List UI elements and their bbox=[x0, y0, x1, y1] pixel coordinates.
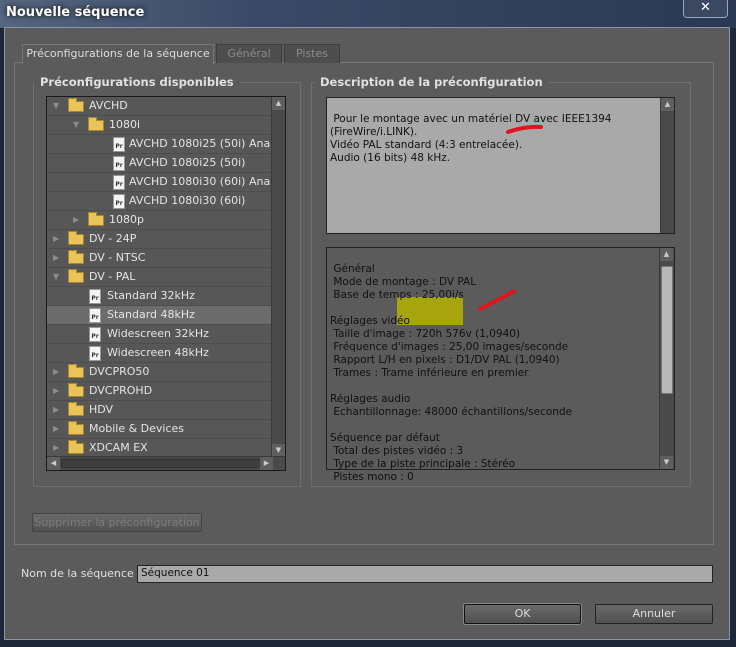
red-annotation-mark bbox=[506, 124, 543, 134]
preset-file-icon: Pr bbox=[89, 308, 101, 323]
tree-item[interactable]: Pr AVCHD 1080i25 (50i) bbox=[47, 154, 273, 173]
details-body: Général Mode de montage : DV PAL Base de… bbox=[330, 263, 573, 483]
tree-item[interactable]: ▼ DV - PAL bbox=[47, 268, 273, 287]
tree-vertical-scrollbar[interactable]: ▲ ▼ bbox=[271, 97, 285, 457]
tree-item[interactable]: ▶ 1080p bbox=[47, 211, 273, 230]
folder-icon bbox=[88, 117, 104, 131]
tree-item[interactable]: ▶ Mobile & Devices bbox=[47, 420, 273, 439]
folder-icon bbox=[68, 269, 84, 283]
tree-item[interactable]: Pr Standard 32kHz bbox=[47, 287, 273, 306]
expand-right-icon[interactable]: ▶ bbox=[53, 249, 59, 267]
tree-item[interactable]: ▶ HDV bbox=[47, 401, 273, 420]
expand-right-icon[interactable]: ▶ bbox=[53, 439, 59, 457]
details-text: Général Mode de montage : DV PAL Base de… bbox=[326, 247, 675, 483]
scroll-left-icon[interactable]: ◀ bbox=[47, 457, 60, 470]
folder-icon bbox=[68, 421, 84, 435]
tree-item-label: AVCHD 1080i30 (60i) bbox=[129, 194, 246, 207]
expand-down-icon[interactable]: ▼ bbox=[73, 116, 79, 134]
tree-item-label: AVCHD bbox=[89, 99, 128, 112]
expand-right-icon[interactable]: ▶ bbox=[53, 230, 59, 248]
tree-item-label: HDV bbox=[89, 403, 114, 416]
tree-item[interactable]: ▶ DV - 24P bbox=[47, 230, 273, 249]
folder-icon bbox=[68, 98, 84, 112]
tree-item-label: Widescreen 48kHz bbox=[107, 346, 209, 359]
tree-item[interactable]: Pr Widescreen 48kHz bbox=[47, 344, 273, 363]
tab-general[interactable]: Général bbox=[216, 44, 282, 63]
preset-file-icon: Pr bbox=[113, 156, 125, 171]
tree-item-label: AVCHD 1080i25 (50i) Anamo bbox=[129, 137, 286, 150]
tree-item-label: AVCHD 1080i25 (50i) bbox=[129, 156, 246, 169]
tree-item[interactable]: ▶ DV - NTSC bbox=[47, 249, 273, 268]
preset-file-icon: Pr bbox=[113, 175, 125, 190]
sequence-name-label: Nom de la séquence : bbox=[21, 567, 141, 580]
scroll-up-icon[interactable]: ▲ bbox=[660, 248, 673, 261]
preset-file-icon: Pr bbox=[113, 137, 125, 152]
tree-item[interactable]: ▶ DVCPRO50 bbox=[47, 363, 273, 382]
scroll-thumb[interactable] bbox=[61, 459, 261, 468]
preset-tree[interactable]: ▼ AVCHD ▼ 1080i Pr AVCHD 1080i25 (50i) Anamo P… bbox=[46, 96, 286, 471]
tree-item-label: DV - 24P bbox=[89, 232, 137, 245]
delete-preset-button[interactable]: Supprimer la préconfiguration bbox=[32, 513, 202, 532]
preset-file-icon: Pr bbox=[89, 346, 101, 361]
folder-icon bbox=[68, 231, 84, 245]
ok-button[interactable]: OK bbox=[464, 604, 581, 624]
scroll-up-icon[interactable]: ▲ bbox=[272, 97, 285, 110]
tree-item-label: DVCPRO50 bbox=[89, 365, 150, 378]
scroll-thumb[interactable] bbox=[661, 266, 673, 394]
expand-right-icon[interactable]: ▶ bbox=[53, 363, 59, 381]
cancel-button[interactable]: Annuler bbox=[595, 604, 713, 624]
folder-icon bbox=[68, 440, 84, 454]
sequence-name-input[interactable]: Séquence 01 bbox=[137, 565, 713, 583]
tree-item-label: DV - NTSC bbox=[89, 251, 146, 264]
description-text: Pour le montage avec un matériel DV avec… bbox=[326, 97, 675, 234]
scroll-down-icon[interactable]: ▼ bbox=[660, 456, 673, 469]
tree-item[interactable]: Pr AVCHD 1080i30 (60i) Anamo bbox=[47, 173, 285, 192]
tree-item-label: Mobile & Devices bbox=[89, 422, 185, 435]
folder-icon bbox=[68, 250, 84, 264]
tree-item[interactable]: Pr Widescreen 32kHz bbox=[47, 325, 273, 344]
expand-down-icon[interactable]: ▼ bbox=[53, 268, 59, 286]
preset-file-icon: Pr bbox=[113, 194, 125, 209]
tree-item[interactable]: Pr AVCHD 1080i30 (60i) bbox=[47, 192, 273, 211]
preset-file-icon: Pr bbox=[89, 327, 101, 342]
tree-item[interactable]: Pr Standard 48kHz bbox=[47, 306, 273, 325]
preset-file-icon: Pr bbox=[89, 289, 101, 304]
folder-icon bbox=[68, 402, 84, 416]
red-annotation-mark bbox=[478, 289, 516, 311]
tree-item[interactable]: Pr AVCHD 1080i25 (50i) Anamo bbox=[47, 135, 285, 154]
tree-item-label: DVCPROHD bbox=[89, 384, 153, 397]
tree-item-label: Standard 48kHz bbox=[107, 308, 195, 321]
expand-right-icon[interactable]: ▶ bbox=[53, 420, 59, 438]
folder-icon bbox=[68, 364, 84, 378]
tree-item[interactable]: ▶ DVCPROHD bbox=[47, 382, 273, 401]
details-scrollbar[interactable]: ▲ ▼ bbox=[659, 248, 674, 469]
tree-item-label: 1080p bbox=[109, 213, 144, 226]
folder-icon bbox=[88, 212, 104, 226]
expand-right-icon[interactable]: ▶ bbox=[53, 401, 59, 419]
description-title: Description de la préconfiguration bbox=[314, 75, 549, 89]
expand-down-icon[interactable]: ▼ bbox=[53, 97, 59, 115]
tree-item-label: DV - PAL bbox=[89, 270, 136, 283]
tree-item-label: Widescreen 32kHz bbox=[107, 327, 209, 340]
expand-right-icon[interactable]: ▶ bbox=[53, 382, 59, 400]
tree-horizontal-scrollbar[interactable]: ◀ ▶ bbox=[47, 456, 285, 470]
tree-item-label: AVCHD 1080i30 (60i) Anamo bbox=[129, 175, 286, 188]
scroll-up-icon[interactable]: ▲ bbox=[661, 98, 674, 111]
tab-tracks[interactable]: Pistes bbox=[284, 44, 340, 63]
tree-item-label: Standard 32kHz bbox=[107, 289, 195, 302]
close-x-icon: ✕ bbox=[700, 0, 711, 15]
expand-right-icon[interactable]: ▶ bbox=[73, 211, 79, 229]
presets-title: Préconfigurations disponibles bbox=[34, 75, 240, 89]
tree-item-label: XDCAM EX bbox=[89, 441, 148, 454]
tab-presets[interactable]: Préconfigurations de la séquence bbox=[22, 44, 214, 64]
description-scrollbar[interactable]: ▲ bbox=[660, 98, 674, 233]
tree-item[interactable]: ▼ 1080i bbox=[47, 116, 273, 135]
tree-item[interactable]: ▼ AVCHD bbox=[47, 97, 273, 116]
folder-icon bbox=[68, 383, 84, 397]
scroll-right-icon[interactable]: ▶ bbox=[260, 457, 273, 470]
close-button[interactable]: ✕ bbox=[683, 0, 728, 18]
tree-item-label: 1080i bbox=[109, 118, 141, 131]
description-body: Pour le montage avec un matériel DV avec… bbox=[330, 113, 612, 164]
window-title: Nouvelle séquence bbox=[6, 5, 145, 20]
